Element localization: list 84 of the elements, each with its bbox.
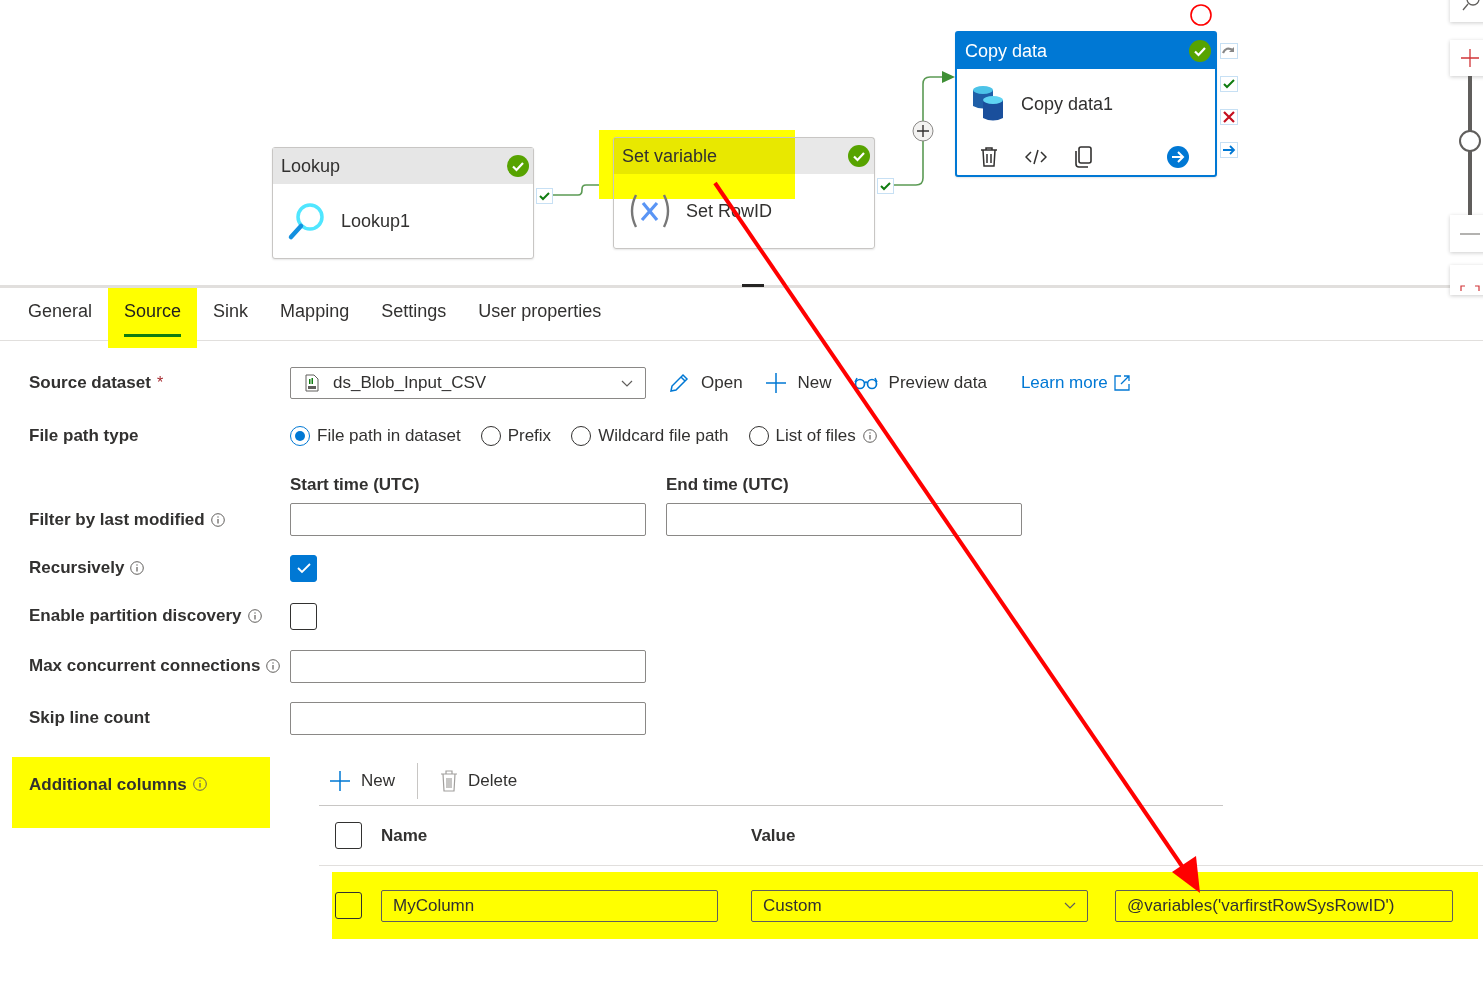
- radio-label: List of files: [775, 426, 856, 446]
- info-icon[interactable]: [266, 659, 281, 673]
- plus-icon: [1460, 48, 1480, 68]
- glasses-icon: [853, 376, 878, 390]
- column-name-field[interactable]: MyColumn: [381, 889, 718, 922]
- delete-icon[interactable]: [979, 146, 999, 168]
- fit-icon: [1460, 285, 1480, 291]
- radio-label: Wildcard file path: [598, 426, 729, 446]
- code-icon[interactable]: [1025, 149, 1047, 165]
- add-button[interactable]: [912, 120, 934, 142]
- checkbox[interactable]: [290, 554, 317, 582]
- magnifier-icon: [287, 201, 327, 241]
- check-icon[interactable]: [1220, 76, 1238, 92]
- column-header: Value: [751, 825, 796, 846]
- copy-icon[interactable]: [1073, 146, 1093, 168]
- info-icon[interactable]: [130, 561, 145, 575]
- required-marker: *: [156, 374, 164, 392]
- column-header: Name: [381, 825, 429, 846]
- slider-thumb[interactable]: [1459, 130, 1481, 153]
- fail-icon[interactable]: [1220, 109, 1238, 125]
- annotation-circle: [1190, 4, 1212, 26]
- value-field[interactable]: @variables('varfirstRowSysRowID'): [1115, 889, 1453, 922]
- check-icon: [848, 145, 870, 167]
- csv-file-icon: [305, 374, 319, 392]
- field-label: Enable partition discovery: [29, 606, 242, 626]
- end-time-field[interactable]: [666, 503, 1022, 536]
- activity-type: Copy data: [965, 40, 1048, 62]
- radio-label: Prefix: [507, 426, 552, 446]
- activity-type: Set variable: [622, 145, 718, 167]
- checkbox[interactable]: [335, 892, 362, 919]
- field-label: Skip line count: [29, 708, 150, 728]
- splitter-handle[interactable]: [742, 284, 764, 287]
- checkbox[interactable]: [290, 602, 317, 630]
- start-time-field[interactable]: [290, 503, 646, 536]
- plus-icon: [764, 372, 787, 394]
- open-button[interactable]: Open: [668, 372, 743, 394]
- zoom-in-button[interactable]: [1450, 40, 1483, 76]
- tab[interactable]: Sink: [197, 288, 265, 348]
- info-icon[interactable]: [210, 513, 225, 527]
- text-field[interactable]: [290, 649, 646, 683]
- field-label: Recursively: [29, 558, 125, 578]
- field-label: Source dataset: [29, 373, 151, 393]
- fit-button[interactable]: [1450, 265, 1483, 295]
- radio-label: File path in dataset: [317, 426, 461, 446]
- info-icon[interactable]: [862, 429, 877, 443]
- value-type-dropdown[interactable]: Custom: [751, 889, 1088, 922]
- variable-icon: [628, 193, 672, 229]
- plus-icon: [329, 770, 351, 792]
- field-label: Filter by last modified: [29, 510, 205, 530]
- trash-icon: [440, 770, 458, 792]
- check-icon[interactable]: [536, 188, 553, 204]
- arrow-icon[interactable]: [1220, 142, 1238, 158]
- tab[interactable]: General: [12, 288, 109, 348]
- chevron-icon: [1064, 902, 1076, 909]
- info-icon[interactable]: [192, 777, 207, 791]
- check-icon: [1189, 40, 1211, 62]
- field-label: Additional columns: [29, 775, 187, 795]
- external-link-icon: [1113, 375, 1130, 391]
- tab[interactable]: Mapping: [264, 288, 366, 348]
- new-button[interactable]: New: [764, 372, 832, 394]
- activity-name: Lookup1: [341, 210, 411, 232]
- new-button[interactable]: New: [329, 770, 395, 792]
- minus-icon: [1460, 231, 1480, 236]
- tab[interactable]: User properties: [462, 288, 618, 348]
- learn-more-link[interactable]: Learn more: [1020, 373, 1130, 393]
- activity-name: Copy data1: [1021, 93, 1114, 115]
- text-field[interactable]: [290, 701, 646, 735]
- skip-icon[interactable]: [1220, 43, 1238, 59]
- field-label: Max concurrent connections: [29, 656, 261, 676]
- end-time-label: End time (UTC): [666, 475, 790, 495]
- check-icon: [507, 155, 529, 177]
- tab[interactable]: Settings: [365, 288, 463, 348]
- activity-type: Lookup: [281, 155, 341, 177]
- check-icon: [295, 562, 312, 574]
- select-all-checkbox[interactable]: [335, 822, 362, 849]
- chevron-icon: [621, 379, 633, 387]
- check-icon[interactable]: [877, 178, 894, 194]
- preview-data-button[interactable]: Preview data: [853, 373, 987, 393]
- dataset-dropdown[interactable]: ds_Blob_Input_CSV: [290, 367, 646, 399]
- pencil-icon: [668, 372, 690, 394]
- field-label: File path type: [29, 426, 139, 446]
- info-icon[interactable]: [247, 609, 262, 623]
- start-time-label: Start time (UTC): [290, 475, 421, 495]
- tab[interactable]: Source: [108, 288, 198, 348]
